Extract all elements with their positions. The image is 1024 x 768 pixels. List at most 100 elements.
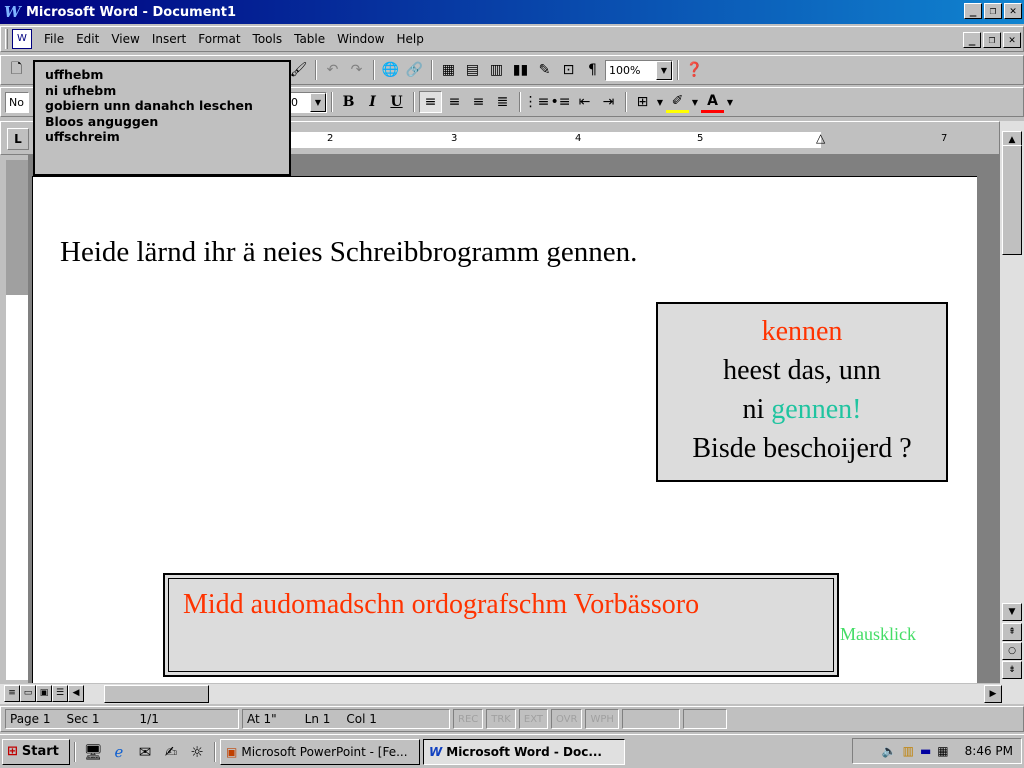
status-mode-rec[interactable]: REC	[453, 709, 484, 729]
doc-minimize-button[interactable]: _	[963, 32, 981, 48]
popup-menu-item[interactable]: Bloos anguggen	[45, 114, 289, 130]
new-document-icon[interactable]: 🗋	[5, 59, 28, 81]
vertical-scroll-thumb[interactable]	[1002, 145, 1022, 255]
start-button[interactable]: ⊞ Start	[2, 738, 70, 765]
bold-button[interactable]: B	[337, 91, 360, 113]
popup-menu-item[interactable]: uffschreim	[45, 129, 289, 145]
menu-table[interactable]: Table	[288, 32, 331, 46]
numbering-icon[interactable]: ⋮≡	[524, 91, 550, 113]
tray-display-icon[interactable]: ▦	[937, 744, 948, 758]
menu-format[interactable]: Format	[192, 32, 246, 46]
menu-edit[interactable]: Edit	[70, 32, 105, 46]
font-size-select[interactable]: 0 ▼	[287, 91, 327, 113]
web-toolbar-icon[interactable]: 🔗	[403, 59, 426, 81]
popup-menu-item[interactable]: ni ufhebm	[45, 83, 289, 99]
style-select[interactable]: No	[5, 91, 29, 113]
close-button[interactable]: ✕	[1004, 3, 1022, 19]
popup-menu-item[interactable]: gobiern unn danahch leschen	[45, 98, 289, 114]
status-mode-ovr[interactable]: OVR	[550, 709, 583, 729]
menubar-grip[interactable]	[5, 29, 8, 49]
menu-insert[interactable]: Insert	[146, 32, 192, 46]
decrease-indent-icon[interactable]: ⇤	[573, 91, 596, 113]
chevron-down-icon[interactable]: ▼	[690, 91, 700, 113]
outline-view-icon[interactable]: ☰	[52, 685, 68, 702]
next-page-icon[interactable]: ⇟	[1002, 661, 1022, 679]
document-icon[interactable]: W	[12, 29, 32, 49]
undo-icon[interactable]: ↶	[321, 59, 344, 81]
status-mode-ext[interactable]: EXT	[518, 709, 548, 729]
doc-close-button[interactable]: ✕	[1003, 32, 1021, 48]
horizontal-scrollbar[interactable]: ≡ ▭ ▣ ☰ ◀ ▶	[0, 684, 1024, 704]
underline-button[interactable]: U	[385, 91, 408, 113]
select-browse-object-icon[interactable]: ○	[1002, 642, 1022, 660]
horizontal-scroll-thumb[interactable]	[104, 685, 209, 703]
insert-table-icon[interactable]: ▤	[461, 59, 484, 81]
chevron-down-icon[interactable]: ▼	[725, 91, 735, 113]
highlight-icon[interactable]: ✐	[666, 91, 689, 113]
menu-window[interactable]: Window	[331, 32, 390, 46]
font-color-icon[interactable]: A	[701, 91, 724, 113]
document-main-line[interactable]: Heide lärnd ihr ä neies Schreibbrogramm …	[60, 236, 637, 269]
popup-menu-item[interactable]: uffhebm	[45, 67, 289, 83]
chevron-down-icon[interactable]: ▼	[655, 91, 665, 113]
zoom-select[interactable]: 100% ▼	[605, 59, 673, 81]
justify-icon[interactable]: ≣	[491, 91, 514, 113]
restore-button[interactable]: ❐	[984, 3, 1002, 19]
borders-icon[interactable]: ⊞	[631, 91, 654, 113]
help-icon[interactable]: ❓	[683, 59, 706, 81]
status-mode-wph[interactable]: WPH	[585, 709, 619, 729]
chevron-down-icon[interactable]: ▼	[310, 92, 326, 112]
tables-borders-icon[interactable]: ▦	[437, 59, 460, 81]
right-indent-marker-icon[interactable]: △	[816, 131, 825, 145]
show-desktop-icon[interactable]: 🖥	[82, 741, 104, 763]
ruler-number: 3	[451, 133, 458, 144]
bullets-icon[interactable]: •≡	[549, 91, 572, 113]
volume-icon[interactable]: 🔈	[882, 744, 897, 758]
menu-help[interactable]: Help	[390, 32, 429, 46]
chevron-down-icon[interactable]: ▼	[656, 60, 672, 80]
menu-view[interactable]: View	[105, 32, 145, 46]
quicklaunch-app-icon[interactable]: ☼	[186, 741, 208, 763]
word-app-icon[interactable]: W	[4, 3, 22, 21]
drawing-icon[interactable]: ✎	[533, 59, 556, 81]
show-hide-icon[interactable]: ¶	[581, 59, 604, 81]
vertical-scrollbar[interactable]: ▲ ▼ ⇞ ○ ⇟	[1000, 121, 1024, 684]
align-center-icon[interactable]: ≡	[443, 91, 466, 113]
align-right-icon[interactable]: ≡	[467, 91, 490, 113]
insert-hyperlink-icon[interactable]: 🌐	[379, 59, 402, 81]
columns-icon[interactable]: ▮▮	[509, 59, 532, 81]
previous-page-icon[interactable]: ⇞	[1002, 623, 1022, 641]
status-spelling-panel[interactable]	[621, 709, 680, 729]
internet-explorer-icon[interactable]: ℯ	[108, 741, 130, 763]
ruler-strip[interactable]: 2 3 4 5 7 △	[291, 131, 981, 148]
italic-button[interactable]: I	[361, 91, 384, 113]
online-layout-icon[interactable]: ▭	[20, 685, 36, 702]
insert-excel-icon[interactable]: ▥	[485, 59, 508, 81]
vertical-ruler-margin	[6, 160, 28, 295]
tray-icon[interactable]: ▥	[903, 744, 914, 758]
task-word[interactable]: W Microsoft Word - Doc...	[423, 738, 625, 765]
network-icon[interactable]: ▬	[920, 744, 931, 758]
normal-view-icon[interactable]: ≡	[4, 685, 20, 702]
scroll-right-icon[interactable]: ▶	[984, 685, 1002, 703]
increase-indent-icon[interactable]: ⇥	[597, 91, 620, 113]
doc-restore-button[interactable]: ❐	[983, 32, 1001, 48]
scroll-left-icon[interactable]: ◀	[68, 685, 84, 702]
outlook-express-icon[interactable]: ✉	[134, 741, 156, 763]
status-mode-trk[interactable]: TRK	[486, 709, 516, 729]
page-layout-icon[interactable]: ▣	[36, 685, 52, 702]
redo-icon[interactable]: ↷	[345, 59, 368, 81]
menu-file[interactable]: File	[38, 32, 70, 46]
document-map-icon[interactable]: ⊡	[557, 59, 580, 81]
tab-selector-button[interactable]: L	[7, 128, 29, 150]
align-left-icon[interactable]: ≡	[419, 91, 442, 113]
scroll-down-icon[interactable]: ▼	[1002, 603, 1022, 621]
menu-bar: W File Edit View Insert Format Tools Tab…	[0, 26, 1024, 52]
powerpoint-icon: ▣	[226, 744, 238, 759]
task-powerpoint[interactable]: ▣ Microsoft PowerPoint - [Fe...	[220, 738, 420, 765]
menu-tools[interactable]: Tools	[247, 32, 289, 46]
quicklaunch-notepad-icon[interactable]: ✍	[160, 741, 182, 763]
clock[interactable]: 8:46 PM	[965, 744, 1013, 758]
toolbar-separator	[677, 60, 679, 80]
minimize-button[interactable]: _	[964, 3, 982, 19]
